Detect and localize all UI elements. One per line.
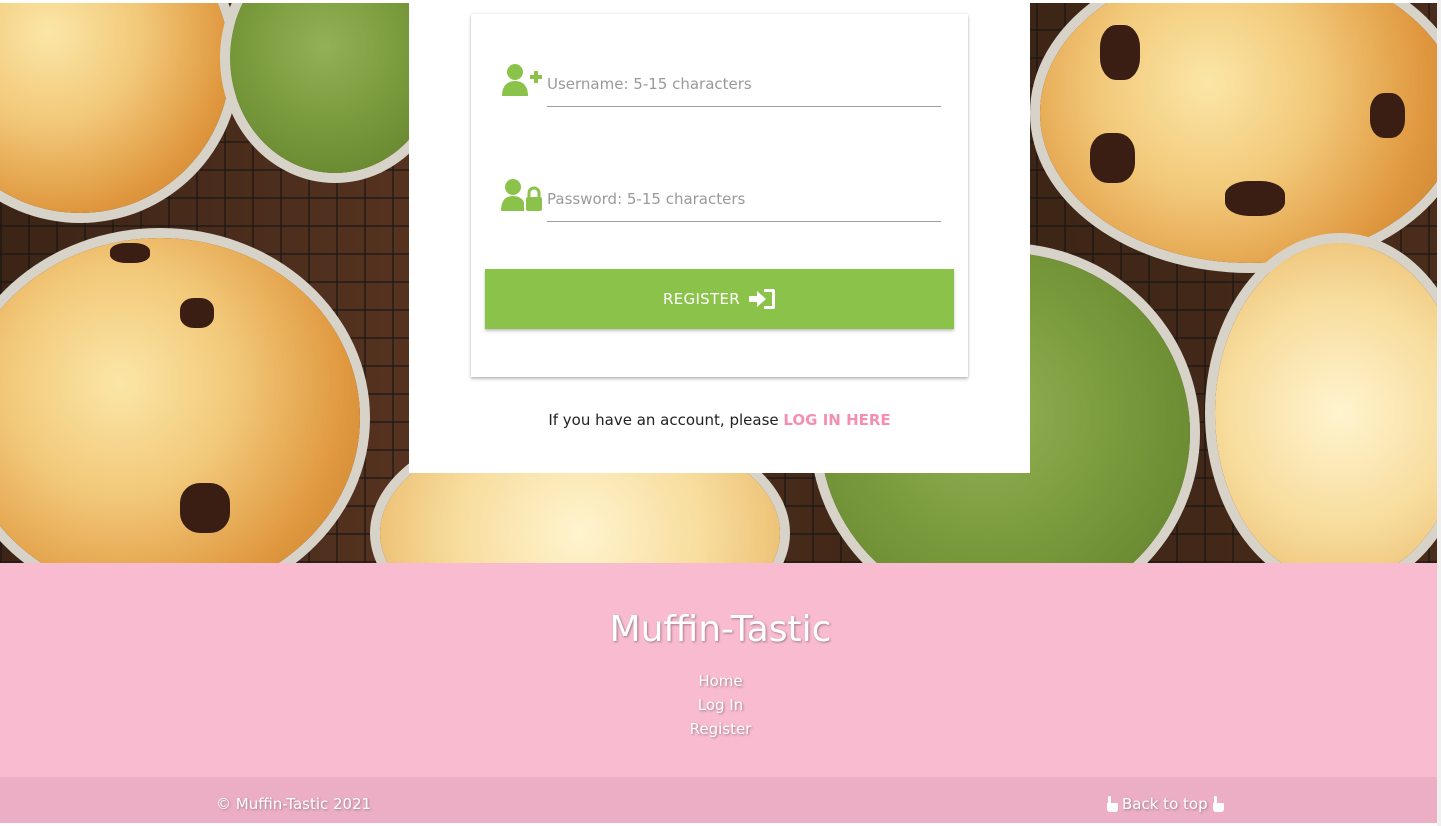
- login-prompt-text: If you have an account, please: [548, 411, 779, 429]
- register-button-label: REGISTER: [663, 290, 740, 308]
- footer-link-home[interactable]: Home: [0, 669, 1441, 693]
- username-input[interactable]: [547, 62, 941, 107]
- login-link[interactable]: LOG IN HERE: [783, 411, 890, 429]
- login-prompt: If you have an account, please LOG IN HE…: [409, 411, 1030, 429]
- back-to-top-label: Back to top: [1122, 795, 1208, 813]
- back-to-top-link[interactable]: Back to top: [1105, 795, 1225, 813]
- footer-nav: Home Log In Register: [0, 669, 1441, 741]
- user-plus-icon: [502, 64, 542, 96]
- chocolate-chip: [1225, 181, 1285, 216]
- hand-point-up-icon: [1212, 795, 1224, 812]
- chocolate-chip: [110, 243, 150, 263]
- chocolate-chip: [1100, 25, 1140, 80]
- register-button[interactable]: REGISTER: [485, 269, 954, 329]
- chocolate-chip: [1370, 93, 1405, 138]
- footer-bottom-bar: © Muffin-Tastic 2021 Back to top: [0, 777, 1441, 823]
- muffin-image-part: [1215, 243, 1441, 563]
- sign-in-icon: [748, 289, 775, 309]
- password-field: [500, 177, 941, 227]
- muffin-image-part: [0, 3, 230, 213]
- username-field: [500, 62, 941, 112]
- user-lock-icon: [501, 179, 542, 211]
- chocolate-chip: [180, 483, 230, 533]
- password-input[interactable]: [547, 177, 941, 222]
- page-scrollbar[interactable]: [1437, 0, 1441, 826]
- footer: Muffin-Tastic Home Log In Register: [0, 563, 1441, 777]
- chocolate-chip: [180, 298, 214, 328]
- footer-link-register[interactable]: Register: [0, 717, 1441, 741]
- chocolate-chip: [1090, 133, 1135, 183]
- footer-link-login[interactable]: Log In: [0, 693, 1441, 717]
- copyright-text: © Muffin-Tastic 2021: [216, 795, 372, 813]
- hand-point-up-icon: [1107, 795, 1118, 812]
- footer-brand: Muffin-Tastic: [609, 609, 832, 650]
